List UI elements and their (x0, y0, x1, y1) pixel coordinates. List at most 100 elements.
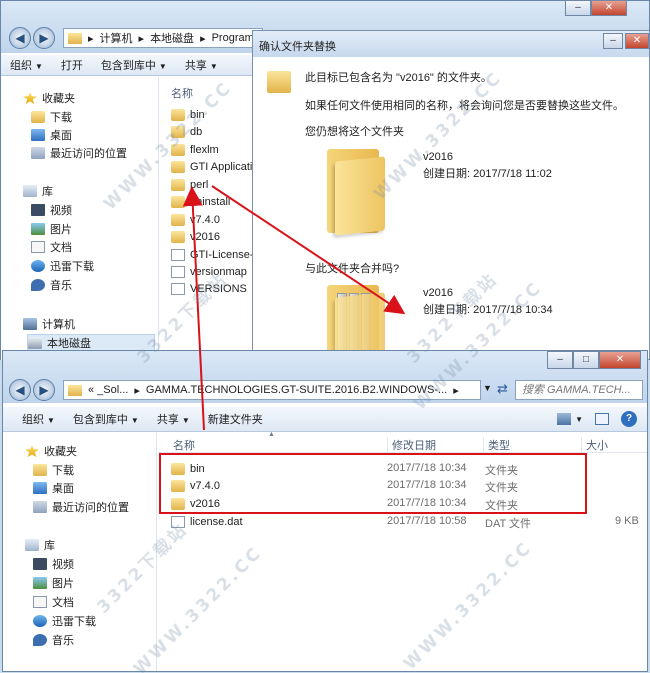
back-window-buttons: – ✕ (565, 0, 627, 16)
front-address-bar[interactable]: « _Sol... ▸ GAMMA.TECHNOLOGIES.GT-SUITE.… (63, 380, 481, 400)
pictures-icon (31, 223, 45, 235)
preview-pane-icon[interactable] (595, 413, 609, 425)
organize-button[interactable]: 组织 ▼ (1, 57, 52, 73)
back-button[interactable]: ◀ (9, 379, 31, 401)
nav-videos[interactable]: 视频 (31, 201, 72, 219)
folder-icon (171, 160, 185, 173)
file-item[interactable]: uninstall (171, 193, 230, 210)
file-item[interactable]: bin (171, 106, 205, 123)
file-item[interactable]: db (171, 123, 202, 140)
close-button[interactable]: ✕ (599, 351, 641, 369)
nav-favorites[interactable]: 收藏夹 (25, 442, 77, 460)
file-icon (171, 282, 185, 295)
file-item[interactable]: flexlm (171, 141, 219, 158)
file-icon (171, 265, 185, 278)
search-input[interactable]: 搜索 GAMMA.TECH... (515, 380, 643, 400)
nav-computer[interactable]: 计算机 (23, 315, 75, 333)
dialog-folder-icon (267, 71, 291, 93)
address-part[interactable]: « _Sol... (88, 384, 128, 396)
folder-icon (171, 213, 185, 226)
maximize-button[interactable]: □ (573, 351, 599, 369)
nav-thunder[interactable]: 迅雷下载 (33, 612, 96, 630)
nav-music[interactable]: 音乐 (31, 276, 72, 294)
refresh-icon[interactable]: ⇄ (497, 381, 508, 397)
front-nav-pane: 收藏夹 下载 桌面 最近访问的位置 库 视频 图片 文档 迅雷下载 音乐 (3, 433, 157, 671)
back-nav-pane: 收藏夹 下载 桌面 最近访问的位置 库 视频 图片 文档 迅雷下载 音乐 计算机… (1, 77, 159, 360)
nav-videos[interactable]: 视频 (33, 555, 74, 573)
new-folder-button[interactable]: 新建文件夹 (199, 411, 272, 427)
nav-recent[interactable]: 最近访问的位置 (33, 498, 129, 516)
column-size[interactable]: 大小 (581, 437, 608, 453)
library-icon (23, 185, 37, 197)
nav-pictures[interactable]: 图片 (31, 220, 72, 238)
view-options-icon[interactable] (557, 413, 572, 425)
highlight-box (159, 453, 587, 514)
folder-icon (171, 178, 185, 191)
merge-question: 与此文件夹合并吗? (305, 263, 400, 275)
address-dropdown-icon[interactable]: ▼ (483, 383, 492, 393)
nav-thunder[interactable]: 迅雷下载 (31, 257, 94, 275)
column-type[interactable]: 类型 (483, 437, 510, 453)
back-button[interactable]: ◀ (9, 27, 31, 49)
dialog-minimize-button[interactable]: – (603, 33, 623, 49)
document-icon (33, 596, 47, 608)
column-date[interactable]: 修改日期 (387, 437, 436, 453)
share-button[interactable]: 共享 ▼ (148, 411, 199, 427)
back-column-name[interactable]: 名称 (171, 85, 193, 101)
address-part[interactable]: GAMMA.TECHNOLOGIES.GT-SUITE.2016.B2.WIND… (146, 384, 447, 396)
nav-downloads[interactable]: 下载 (31, 108, 72, 126)
pictures-icon (33, 577, 47, 589)
nav-desktop[interactable]: 桌面 (31, 126, 72, 144)
column-name[interactable]: 名称 (173, 437, 195, 453)
file-icon (171, 248, 185, 261)
file-item[interactable]: versionmap (171, 263, 247, 280)
address-part[interactable]: 计算机 (100, 30, 133, 46)
file-item[interactable]: VERSIONS (171, 280, 247, 297)
open-button[interactable]: 打开 (52, 57, 92, 73)
nav-pictures[interactable]: 图片 (33, 574, 74, 592)
dialog-close-button[interactable]: ✕ (625, 33, 649, 49)
folder-icon (171, 143, 185, 156)
folder-icon (31, 111, 45, 123)
file-item[interactable]: v2016 (171, 228, 220, 245)
computer-icon (23, 318, 37, 330)
back-address-bar[interactable]: ▸ 计算机 ▸ 本地磁盘 ▸ Program (63, 28, 263, 48)
help-icon[interactable]: ? (621, 411, 637, 427)
star-icon (25, 445, 39, 457)
file-item[interactable]: GTI Applicatio (171, 158, 258, 175)
forward-button[interactable]: ▶ (33, 379, 55, 401)
table-row[interactable]: license.dat (171, 513, 243, 530)
nav-desktop[interactable]: 桌面 (33, 479, 74, 497)
video-icon (33, 558, 47, 570)
music-icon (33, 634, 47, 646)
dialog-message-1: 此目标已包含名为 "v2016" 的文件夹。 (305, 72, 492, 84)
source-folder-icon[interactable] (323, 149, 385, 236)
nav-libraries[interactable]: 库 (23, 182, 53, 200)
file-item[interactable]: GTI-License-S (171, 246, 261, 263)
file-item[interactable]: perl (171, 176, 208, 193)
nav-documents[interactable]: 文档 (31, 238, 72, 256)
share-button[interactable]: 共享 ▼ (176, 57, 227, 73)
minimize-button[interactable]: – (565, 0, 591, 16)
close-button[interactable]: ✕ (591, 0, 627, 16)
nav-downloads[interactable]: 下载 (33, 461, 74, 479)
minimize-button[interactable]: – (547, 351, 573, 369)
file-item[interactable]: v7.4.0 (171, 211, 220, 228)
nav-favorites[interactable]: 收藏夹 (23, 89, 75, 107)
forward-button[interactable]: ▶ (33, 27, 55, 49)
organize-button[interactable]: 组织 ▼ (13, 411, 64, 427)
source-folder-name: v2016 (423, 151, 453, 163)
include-library-button[interactable]: 包含到库中 ▼ (64, 411, 148, 427)
include-library-button[interactable]: 包含到库中 ▼ (92, 57, 176, 73)
nav-recent[interactable]: 最近访问的位置 (31, 144, 127, 162)
nav-documents[interactable]: 文档 (33, 593, 74, 611)
address-part[interactable]: Program (212, 32, 254, 44)
address-part[interactable]: 本地磁盘 (150, 30, 194, 46)
nav-music[interactable]: 音乐 (33, 631, 74, 649)
view-dropdown-icon[interactable]: ▼ (575, 415, 583, 424)
folder-icon (33, 464, 47, 476)
folder-icon (68, 32, 82, 44)
document-icon (31, 241, 45, 253)
nav-libraries[interactable]: 库 (25, 536, 55, 554)
front-window-buttons: – □ ✕ (547, 351, 641, 369)
